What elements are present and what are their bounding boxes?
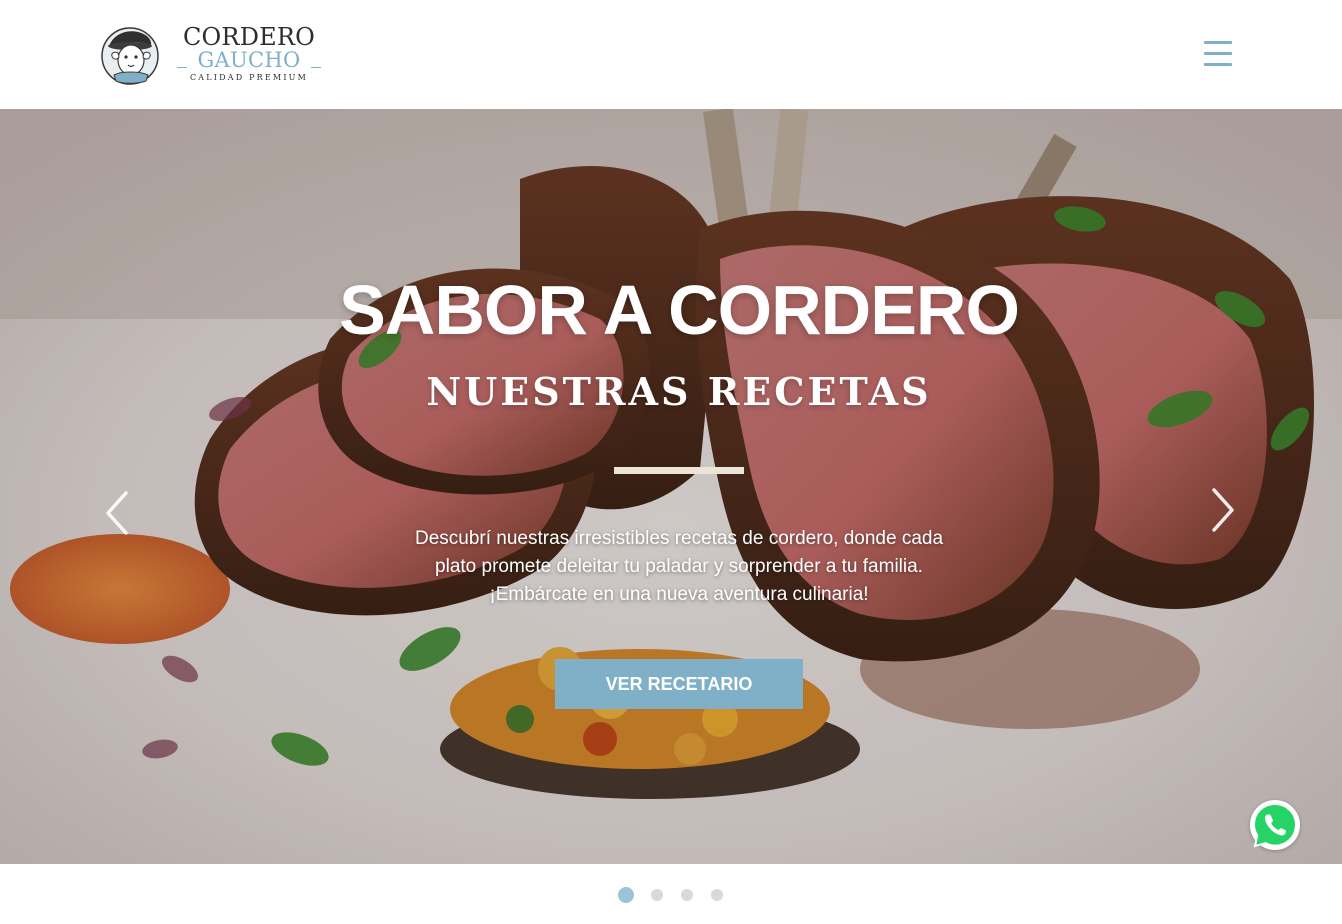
brand-wordmark: CORDERO GAUCHO CALIDAD PREMIUM xyxy=(176,22,322,86)
hero-divider xyxy=(614,467,744,474)
carousel-dot-1[interactable] xyxy=(618,887,634,903)
chevron-left-icon[interactable] xyxy=(100,488,134,538)
hero-description-line: plato promete deleitar tu paladar y sorp… xyxy=(435,556,923,577)
chevron-right-icon[interactable] xyxy=(1206,485,1240,535)
brand-dash-right xyxy=(311,67,321,68)
site-header: CORDERO GAUCHO CALIDAD PREMIUM xyxy=(0,0,1342,109)
hero-description-line: Descubrí nuestras irresistibles recetas … xyxy=(414,528,944,549)
lamb-mascot-logo-icon xyxy=(101,27,159,85)
hamburger-line xyxy=(1204,63,1232,66)
brand-tagline: CALIDAD PREMIUM xyxy=(189,73,309,82)
carousel-dot-2[interactable] xyxy=(651,889,663,901)
whatsapp-icon[interactable] xyxy=(1250,800,1300,850)
hero-description-line: ¡Embárcate en una nueva aventura culinar… xyxy=(489,584,869,605)
hero-description: Descubrí nuestras irresistibles recetas … xyxy=(350,525,1008,609)
carousel-dot-3[interactable] xyxy=(681,889,693,901)
hamburger-icon[interactable] xyxy=(1202,40,1235,68)
hero-overlay xyxy=(0,109,1342,864)
carousel-pagination xyxy=(0,886,1342,906)
hamburger-line xyxy=(1204,41,1232,44)
hero-slider: SABOR A CORDERO NUESTRAS RECETAS Descubr… xyxy=(0,109,1342,864)
carousel-dot-4[interactable] xyxy=(711,889,723,901)
brand-logo-link[interactable]: CORDERO GAUCHO CALIDAD PREMIUM xyxy=(100,22,322,86)
ver-recetario-button[interactable]: VER RECETARIO xyxy=(555,659,803,709)
hamburger-line xyxy=(1204,52,1232,55)
hero-title: SABOR A CORDERO xyxy=(339,271,1020,349)
brand-name-line2: GAUCHO xyxy=(197,48,301,72)
hero-subtitle: NUESTRAS RECETAS xyxy=(426,369,932,414)
brand-name-line2-wrap: GAUCHO xyxy=(176,47,322,73)
